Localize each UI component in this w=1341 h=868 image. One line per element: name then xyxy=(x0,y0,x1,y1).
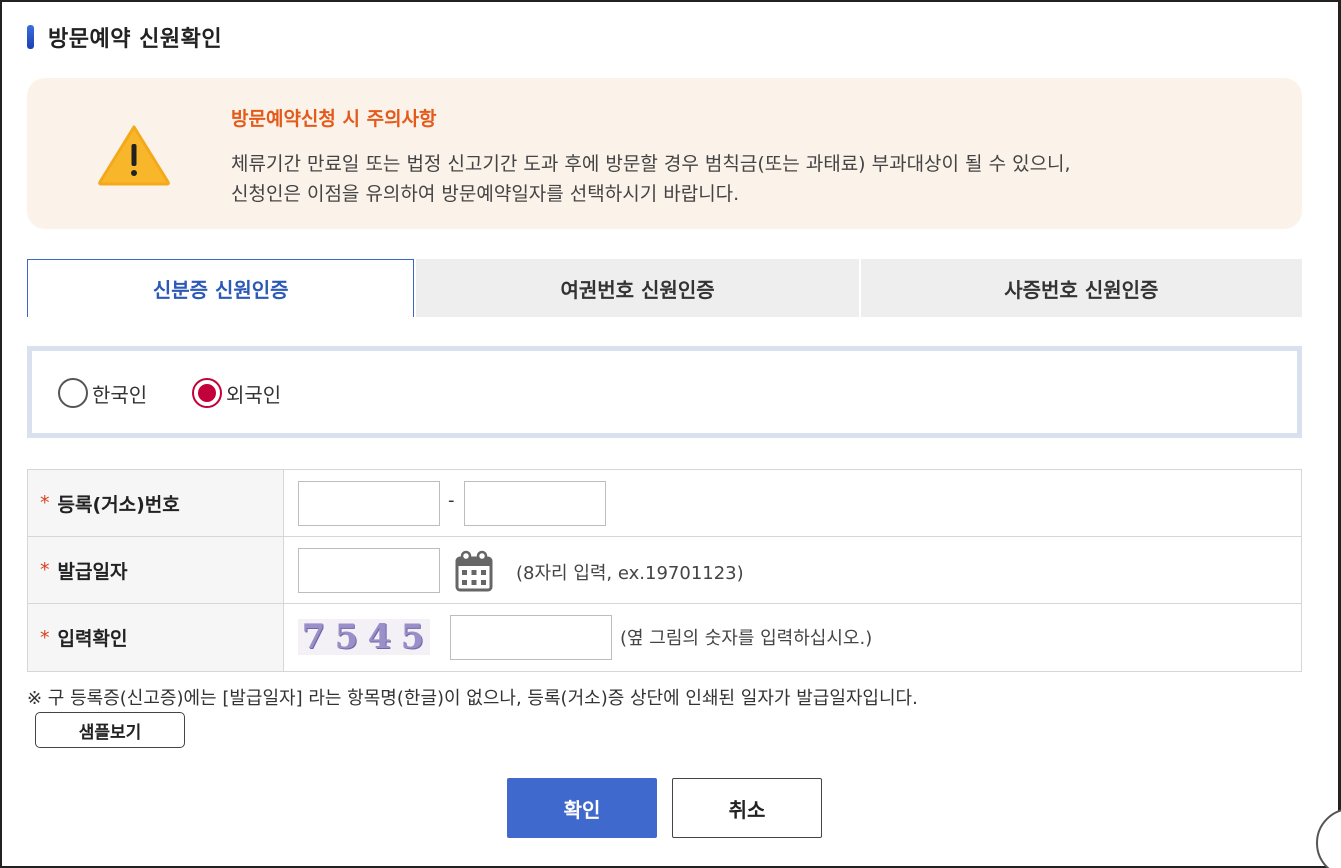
reg-no-part1-input[interactable] xyxy=(298,481,440,526)
issue-date-hint: (8자리 입력, ex.19701123) xyxy=(516,563,744,584)
form-row-reg-no: * 등록(거소)번호 - xyxy=(28,470,1301,537)
tab-passport-auth[interactable]: 여권번호 신원인증 xyxy=(416,259,859,317)
issue-date-input[interactable] xyxy=(298,548,440,593)
reg-no-part2-input[interactable] xyxy=(464,481,606,526)
confirm-button[interactable]: 확인 xyxy=(507,778,657,838)
required-mark: * xyxy=(40,492,50,514)
notice-title: 방문예약신청 시 주의사항 xyxy=(231,108,437,130)
radio-korean[interactable]: 한국인 xyxy=(58,378,147,408)
reg-no-separator: - xyxy=(448,490,455,511)
issue-date-label: * 발급일자 xyxy=(28,537,284,603)
required-mark: * xyxy=(40,559,50,581)
nationality-radio-group: 한국인 외국인 xyxy=(27,346,1302,438)
issue-date-label-text: 발급일자 xyxy=(57,560,128,583)
captcha-digit: 7 xyxy=(301,617,328,657)
form-row-issue-date: * 발급일자 (8자리 입력, ex.19701123) xyxy=(28,537,1301,604)
form-row-captcha: * 입력확인 7 5 4 5 (옆 그림의 숫자를 입력하십시오.) xyxy=(28,604,1301,671)
cancel-button[interactable]: 취소 xyxy=(672,778,822,838)
reg-no-field: - xyxy=(284,470,1301,536)
warning-triangle-icon xyxy=(98,125,170,186)
captcha-label-text: 입력확인 xyxy=(57,628,128,650)
notice-text-line-1: 체류기간 만료일 또는 법정 신고기간 도과 후에 방문할 경우 범칙금(또는 … xyxy=(231,153,1071,175)
sample-view-button[interactable]: 샘플보기 xyxy=(35,712,185,748)
captcha-label: * 입력확인 xyxy=(28,604,284,671)
page-title: 방문예약 신원확인 xyxy=(48,27,223,52)
tab-visa-auth[interactable]: 사증번호 신원인증 xyxy=(860,259,1302,317)
captcha-image: 7 5 4 5 xyxy=(298,617,430,657)
captcha-digit: 5 xyxy=(400,617,427,657)
captcha-hint: (옆 그림의 숫자를 입력하십시오.) xyxy=(620,628,873,649)
captcha-field: 7 5 4 5 (옆 그림의 숫자를 입력하십시오.) xyxy=(284,604,1301,671)
calendar-icon[interactable] xyxy=(455,550,493,592)
radio-korean-circle[interactable] xyxy=(58,378,88,408)
radio-foreigner-label: 외국인 xyxy=(226,382,282,407)
captcha-digit: 4 xyxy=(367,617,394,657)
reg-no-label-text: 등록(거소)번호 xyxy=(57,493,180,516)
identity-form: * 등록(거소)번호 - * 발급일자 (8자리 입력, ex.19701123… xyxy=(27,469,1302,672)
radio-foreigner[interactable]: 외국인 xyxy=(192,378,281,408)
notice-box: 방문예약신청 시 주의사항 체류기간 만료일 또는 법정 신고기간 도과 후에 … xyxy=(27,78,1302,229)
issue-date-field: (8자리 입력, ex.19701123) xyxy=(284,537,1301,603)
reg-no-label: * 등록(거소)번호 xyxy=(28,470,284,536)
required-mark: * xyxy=(40,626,50,649)
page-header: 방문예약 신원확인 xyxy=(27,24,223,52)
title-marker xyxy=(27,25,34,49)
tab-id-card-auth[interactable]: 신분증 신원인증 xyxy=(27,259,415,317)
notice-text-line-2: 신청인은 이점을 유의하여 방문예약일자를 선택하시기 바랍니다. xyxy=(231,183,740,205)
captcha-input[interactable] xyxy=(450,615,612,660)
auth-tabs: 신분증 신원인증 여권번호 신원인증 사증번호 신원인증 xyxy=(27,259,1302,317)
radio-korean-label: 한국인 xyxy=(92,382,148,407)
captcha-digit: 5 xyxy=(334,617,361,657)
radio-foreigner-circle[interactable] xyxy=(192,378,222,408)
issue-date-note: ※ 구 등록증(신고증)에는 [발급일자] 라는 항목명(한글)이 없으나, 등… xyxy=(27,688,918,709)
